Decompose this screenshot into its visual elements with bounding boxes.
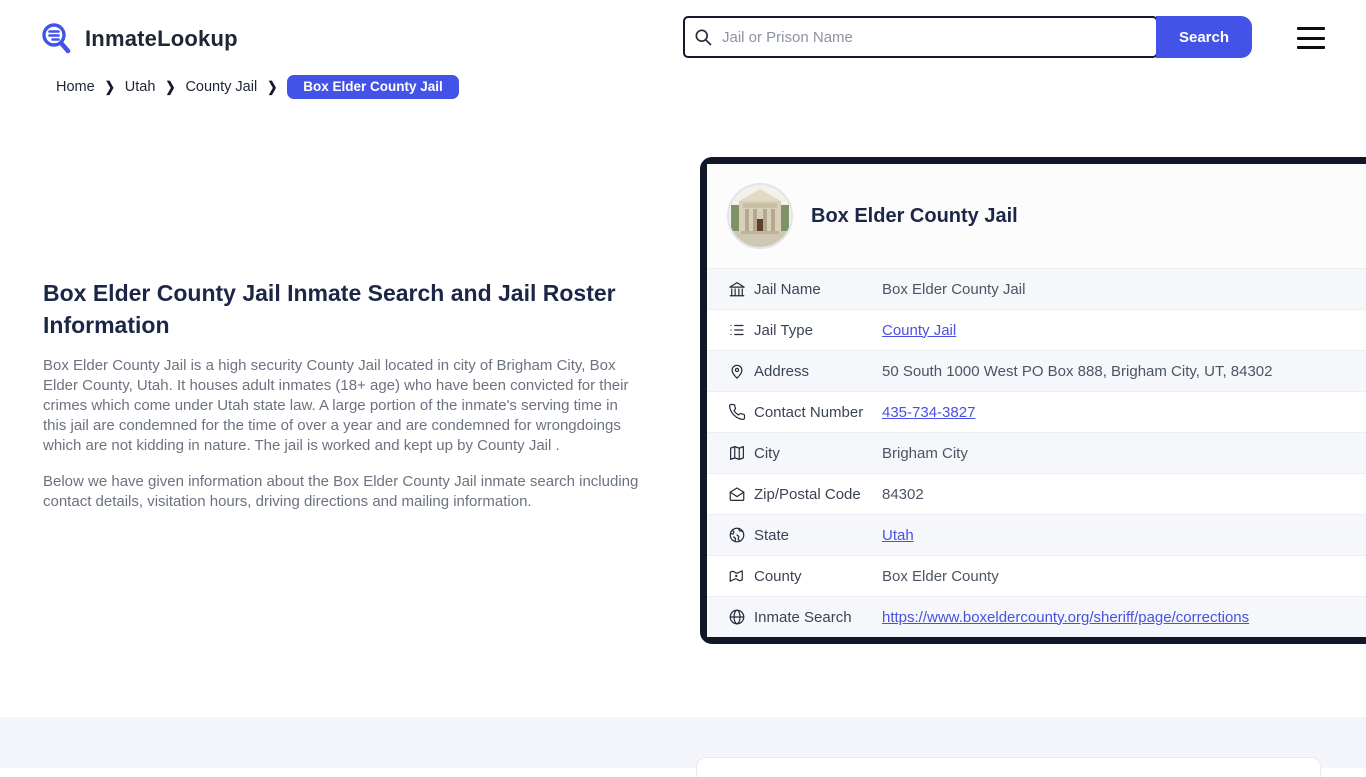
info-label: City [754, 444, 780, 462]
info-label: State [754, 526, 790, 544]
globe-americas-icon [727, 525, 747, 545]
phone-icon [727, 402, 747, 422]
bank-icon [727, 279, 747, 299]
breadcrumb: Home ❯ Utah ❯ County Jail ❯ Box Elder Co… [56, 75, 459, 99]
page-title: Box Elder County Jail Inmate Search and … [43, 280, 616, 338]
envelope-icon [727, 484, 747, 504]
map-icon [727, 443, 747, 463]
info-value: Brigham City [882, 444, 968, 462]
info-row-jail-type: Jail Type County Jail [707, 309, 1366, 350]
jail-type-link[interactable]: County Jail [882, 322, 956, 339]
info-row-inmate-search: Inmate Search https://www.boxeldercounty… [707, 596, 1366, 637]
info-row-zip: Zip/Postal Code 84302 [707, 473, 1366, 514]
info-row-address: Address 50 South 1000 West PO Box 888, B… [707, 350, 1366, 391]
jail-card-title: Box Elder County Jail [811, 204, 1018, 227]
flag-icon [727, 566, 747, 586]
breadcrumb-home[interactable]: Home [56, 79, 95, 95]
breadcrumb-current-badge: Box Elder County Jail [287, 75, 459, 99]
map-pin-icon [727, 361, 747, 381]
search-input[interactable] [683, 16, 1158, 58]
info-row-contact-number: Contact Number 435-734-3827 [707, 391, 1366, 432]
inmate-search-link[interactable]: https://www.boxeldercounty.org/sheriff/p… [882, 609, 1249, 626]
brand-logo[interactable]: InmateLookup [38, 20, 238, 58]
phone-link[interactable]: 435-734-3827 [882, 404, 975, 421]
jail-card-header: Box Elder County Jail [707, 164, 1366, 268]
article-paragraph: Box Elder County Jail is a high security… [43, 357, 629, 454]
next-card-top-edge [696, 757, 1321, 777]
info-value: Box Elder County [882, 567, 999, 585]
info-value: Box Elder County Jail [882, 280, 1026, 298]
info-row-jail-name: Jail Name Box Elder County Jail [707, 268, 1366, 309]
breadcrumb-county-jail[interactable]: County Jail [185, 79, 257, 95]
header-search: Search [683, 16, 1252, 58]
info-value: 84302 [882, 485, 924, 503]
info-label: Jail Type [754, 321, 813, 339]
info-label: Zip/Postal Code [754, 485, 861, 503]
info-label: Contact Number [754, 403, 864, 421]
list-icon [727, 320, 747, 340]
courthouse-photo [727, 183, 793, 249]
brand-name: InmateLookup [85, 26, 238, 51]
chevron-right-icon: ❯ [267, 78, 278, 95]
breadcrumb-utah[interactable]: Utah [125, 79, 156, 95]
jail-info-card: Box Elder County Jail Jail Name Box Elde… [700, 157, 1366, 644]
info-row-state: State Utah [707, 514, 1366, 555]
state-link[interactable]: Utah [882, 527, 914, 544]
hamburger-menu-icon[interactable] [1297, 27, 1325, 49]
info-label: Address [754, 362, 810, 380]
chevron-right-icon: ❯ [104, 78, 115, 95]
globe-web-icon [727, 607, 747, 627]
info-row-city: City Brigham City [707, 432, 1366, 473]
article-paragraph: Below we have given information about th… [43, 473, 639, 510]
magnifier-document-icon [38, 20, 76, 58]
chevron-right-icon: ❯ [165, 78, 176, 95]
info-label: Jail Name [754, 280, 821, 298]
info-label: Inmate Search [754, 608, 852, 626]
search-button[interactable]: Search [1156, 16, 1252, 58]
info-value: 50 South 1000 West PO Box 888, Brigham C… [882, 362, 1273, 380]
page-root: { "brand": { "name": "InmateLookup", "lo… [0, 0, 1366, 777]
info-row-county: County Box Elder County [707, 555, 1366, 596]
info-label: County [754, 567, 802, 585]
